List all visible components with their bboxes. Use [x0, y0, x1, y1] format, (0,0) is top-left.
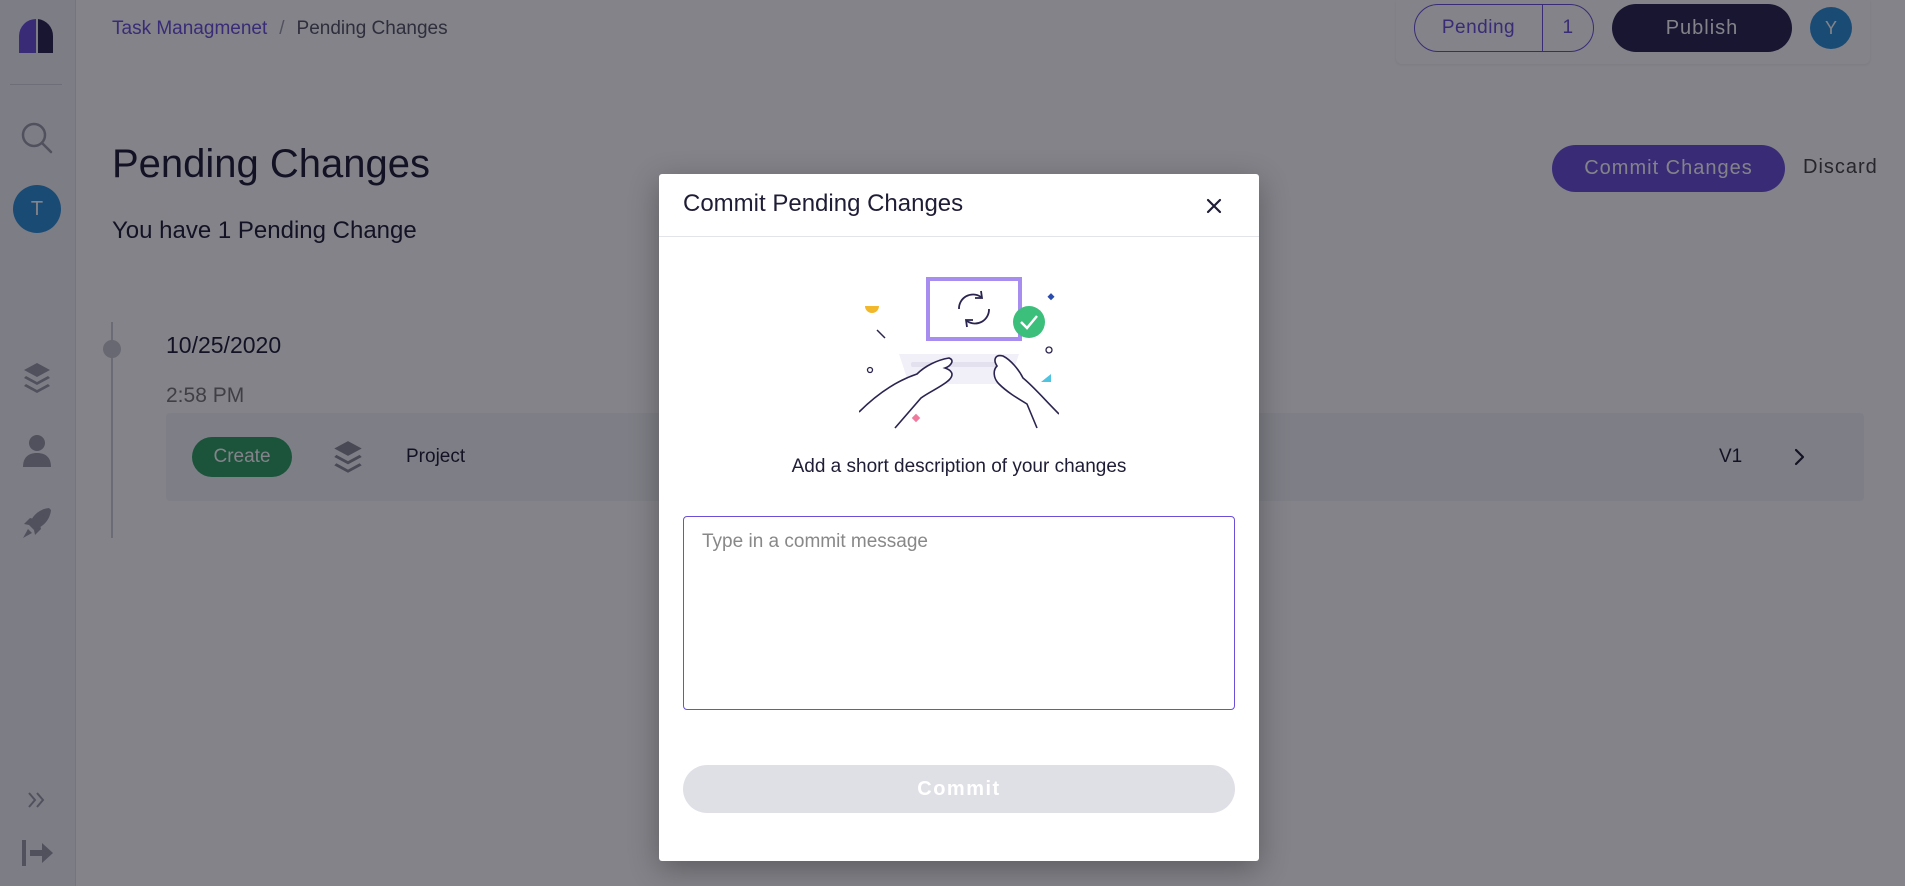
modal-header: Commit Pending Changes: [659, 174, 1259, 237]
modal-title: Commit Pending Changes: [683, 190, 964, 217]
modal-prompt: Add a short description of your changes: [791, 456, 1127, 477]
close-icon[interactable]: [1199, 191, 1229, 221]
commit-modal: Commit Pending Changes Add a short descr…: [659, 174, 1259, 861]
commit-button[interactable]: Commit: [683, 765, 1235, 813]
commit-message-input[interactable]: [683, 516, 1235, 710]
sync-illustration: [858, 274, 1060, 434]
